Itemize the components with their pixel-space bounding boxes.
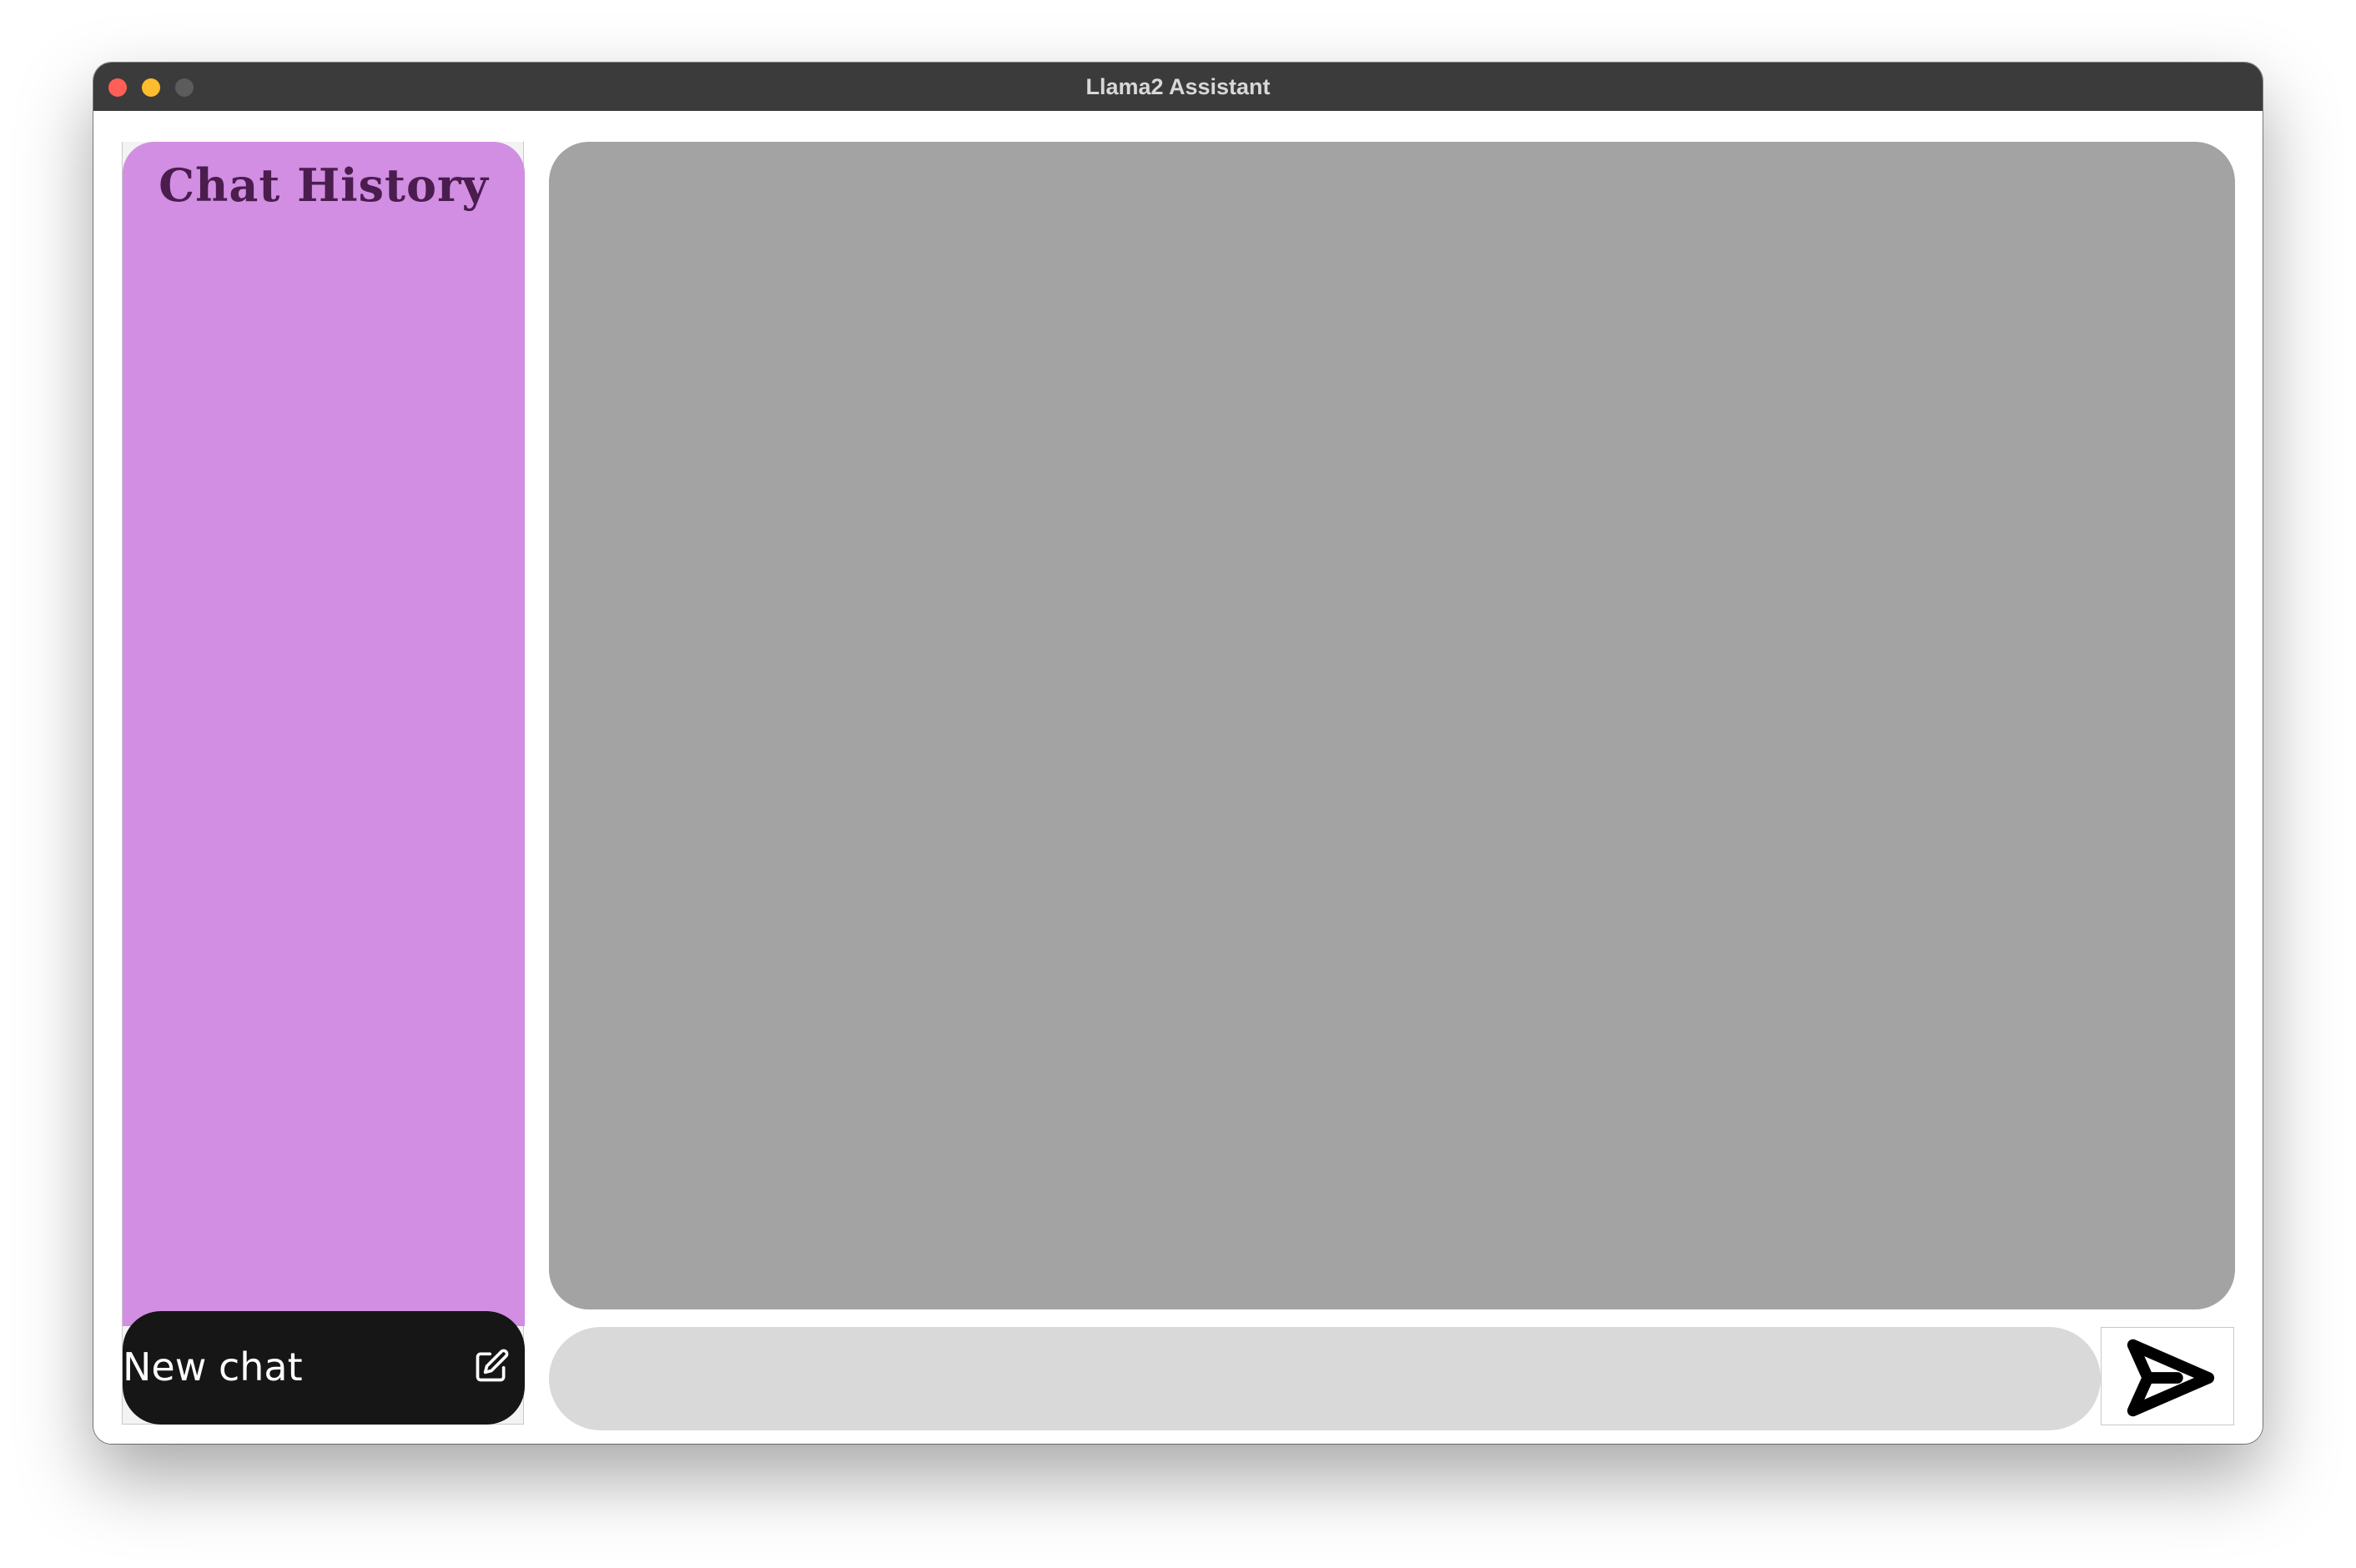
chat-history-title: Chat History: [159, 158, 489, 212]
app-content: Chat History New chat: [93, 111, 2263, 1444]
chat-history-panel: Chat History: [123, 142, 525, 1326]
send-icon: [2127, 1339, 2215, 1417]
sidebar: Chat History New chat: [122, 142, 525, 1425]
send-button[interactable]: [2101, 1327, 2234, 1425]
new-chat-button[interactable]: New chat: [123, 1311, 525, 1425]
title-bar[interactable]: Llama2 Assistant: [93, 63, 2263, 112]
app-window: Llama2 Assistant Chat History New chat: [93, 63, 2263, 1444]
message-input[interactable]: [549, 1327, 2101, 1430]
chat-messages-area[interactable]: [549, 142, 2235, 1309]
new-chat-label: New chat: [123, 1344, 303, 1390]
edit-icon: [476, 1349, 509, 1382]
window-title: Llama2 Assistant: [1085, 74, 1271, 99]
